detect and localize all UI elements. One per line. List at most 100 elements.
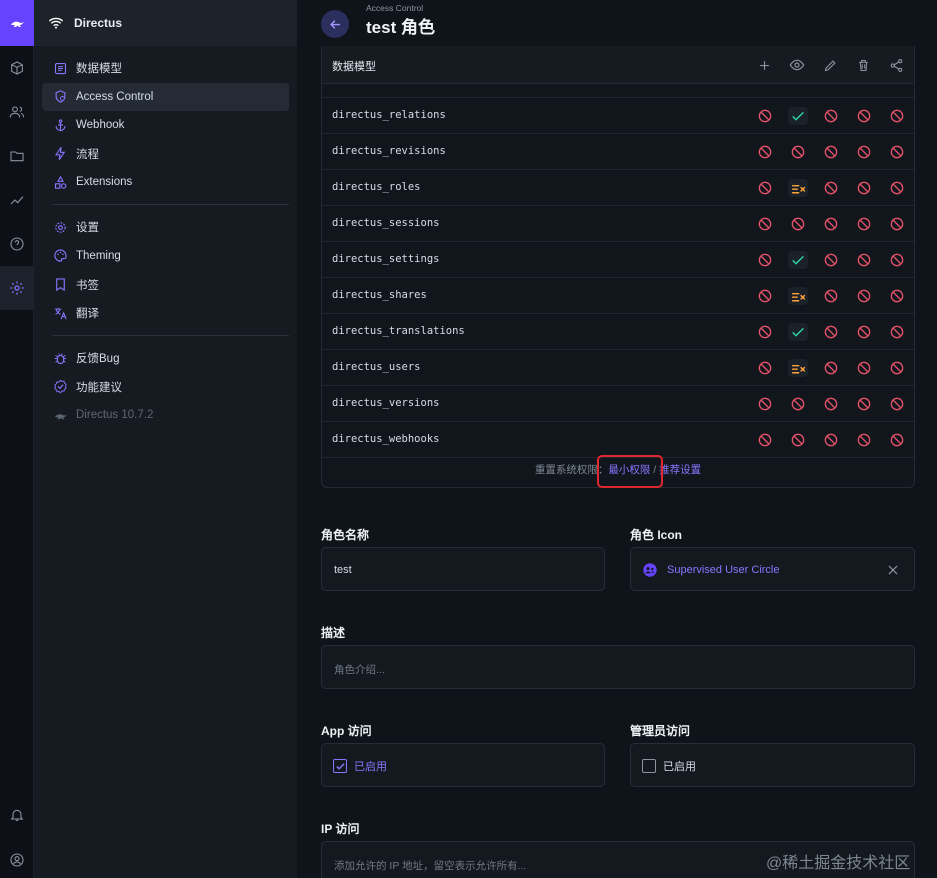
permission-none-icon[interactable] xyxy=(854,287,874,305)
permission-none-icon[interactable] xyxy=(854,107,874,125)
notifications-bell-icon[interactable] xyxy=(0,800,34,830)
permission-none-icon[interactable] xyxy=(821,431,841,449)
nav-item-extensions[interactable]: Extensions xyxy=(42,168,289,196)
nav-item-webhook[interactable]: Webhook xyxy=(42,111,289,139)
permission-none-icon[interactable] xyxy=(755,251,775,269)
role-name-field[interactable]: test xyxy=(321,547,605,591)
table-row: directus_relations xyxy=(322,98,914,134)
module-insights-icon[interactable] xyxy=(0,178,34,222)
permission-none-icon[interactable] xyxy=(755,359,775,377)
permission-none-icon[interactable] xyxy=(887,107,907,125)
nav-group-settings: 设置 Theming 书签 翻译 xyxy=(34,213,297,327)
permission-none-icon[interactable] xyxy=(821,143,841,161)
directus-rabbit-icon xyxy=(52,407,68,423)
permission-none-icon[interactable] xyxy=(854,143,874,161)
permission-none-icon[interactable] xyxy=(854,251,874,269)
collection-name: directus_webhooks xyxy=(332,433,440,445)
project-name: Directus xyxy=(74,16,123,30)
permission-none-icon[interactable] xyxy=(854,395,874,413)
translate-icon xyxy=(52,305,68,321)
permission-none-icon[interactable] xyxy=(755,107,775,125)
permission-none-icon[interactable] xyxy=(821,215,841,233)
permission-none-icon[interactable] xyxy=(788,215,808,233)
permission-none-icon[interactable] xyxy=(887,179,907,197)
directus-logo-icon[interactable] xyxy=(0,0,34,46)
permission-none-icon[interactable] xyxy=(887,395,907,413)
nav-item-theming[interactable]: Theming xyxy=(42,242,289,270)
permission-none-icon[interactable] xyxy=(821,107,841,125)
module-files-icon[interactable] xyxy=(0,134,34,178)
page-title: test 角色 xyxy=(366,18,435,37)
module-users-icon[interactable] xyxy=(0,90,34,134)
permission-none-icon[interactable] xyxy=(755,323,775,341)
permission-none-icon[interactable] xyxy=(755,215,775,233)
permission-custom-icon[interactable] xyxy=(788,359,808,377)
permission-none-icon[interactable] xyxy=(887,143,907,161)
checkbox-checked-icon[interactable] xyxy=(333,759,347,773)
collection-name: directus_roles xyxy=(332,181,421,193)
permission-none-icon[interactable] xyxy=(821,287,841,305)
reset-recommended-link[interactable]: 推荐设置 xyxy=(659,464,701,476)
bolt-icon xyxy=(52,146,68,162)
permission-custom-icon[interactable] xyxy=(788,179,808,197)
permission-none-icon[interactable] xyxy=(755,431,775,449)
admin-access-toggle[interactable]: 已启用 xyxy=(630,743,915,787)
collection-name: directus_sessions xyxy=(332,217,440,229)
close-icon[interactable] xyxy=(886,563,900,577)
table-row: directus_webhooks xyxy=(322,422,914,458)
back-button[interactable] xyxy=(321,10,349,38)
permission-none-icon[interactable] xyxy=(887,251,907,269)
permission-none-icon[interactable] xyxy=(854,359,874,377)
permission-none-icon[interactable] xyxy=(821,395,841,413)
permission-none-icon[interactable] xyxy=(755,179,775,197)
eye-icon xyxy=(789,57,805,73)
permission-all-icon[interactable] xyxy=(788,251,808,269)
breadcrumb[interactable]: Access Control xyxy=(366,3,423,13)
module-settings-icon[interactable] xyxy=(0,266,34,310)
nav-item-data-model[interactable]: 数据模型 xyxy=(42,54,289,82)
nav-item-settings[interactable]: 设置 xyxy=(42,213,289,241)
role-icon-value: Supervised User Circle xyxy=(667,564,780,576)
bug-icon xyxy=(52,350,68,366)
nav-item-report-bug[interactable]: 反馈Bug xyxy=(42,344,289,372)
permission-none-icon[interactable] xyxy=(755,287,775,305)
permission-custom-icon[interactable] xyxy=(788,287,808,305)
description-field[interactable]: 角色介绍... xyxy=(321,645,915,689)
permission-none-icon[interactable] xyxy=(788,395,808,413)
module-content-icon[interactable] xyxy=(0,46,34,90)
project-switcher[interactable]: Directus xyxy=(34,0,297,46)
permission-none-icon[interactable] xyxy=(854,323,874,341)
nav-item-bookmarks[interactable]: 书签 xyxy=(42,271,289,299)
permission-none-icon[interactable] xyxy=(821,179,841,197)
permission-none-icon[interactable] xyxy=(854,179,874,197)
permission-none-icon[interactable] xyxy=(887,323,907,341)
collection-name: directus_versions xyxy=(332,397,440,409)
permission-none-icon[interactable] xyxy=(887,359,907,377)
nav-item-flows[interactable]: 流程 xyxy=(42,140,289,168)
permission-none-icon[interactable] xyxy=(821,323,841,341)
user-account-icon[interactable] xyxy=(0,845,34,875)
permission-none-icon[interactable] xyxy=(854,215,874,233)
app-access-value: 已启用 xyxy=(354,761,387,773)
permission-none-icon[interactable] xyxy=(821,251,841,269)
share-icon xyxy=(888,57,904,73)
app-access-toggle[interactable]: 已启用 xyxy=(321,743,605,787)
permission-none-icon[interactable] xyxy=(755,143,775,161)
permission-none-icon[interactable] xyxy=(887,215,907,233)
nav-item-access-control[interactable]: Access Control xyxy=(42,82,289,111)
nav-item-feature-request[interactable]: 功能建议 xyxy=(42,373,289,401)
module-help-icon[interactable] xyxy=(0,222,34,266)
permission-all-icon[interactable] xyxy=(788,107,808,125)
permission-all-icon[interactable] xyxy=(788,323,808,341)
nav-item-translations[interactable]: 翻译 xyxy=(42,299,289,327)
permission-none-icon[interactable] xyxy=(821,359,841,377)
permission-none-icon[interactable] xyxy=(854,431,874,449)
nav-item-label: 流程 xyxy=(76,148,99,161)
permission-none-icon[interactable] xyxy=(755,395,775,413)
role-icon-field[interactable]: Supervised User Circle xyxy=(630,547,915,591)
permission-none-icon[interactable] xyxy=(887,431,907,449)
permission-none-icon[interactable] xyxy=(788,431,808,449)
permission-none-icon[interactable] xyxy=(887,287,907,305)
permission-none-icon[interactable] xyxy=(788,143,808,161)
checkbox-unchecked-icon[interactable] xyxy=(642,759,656,773)
